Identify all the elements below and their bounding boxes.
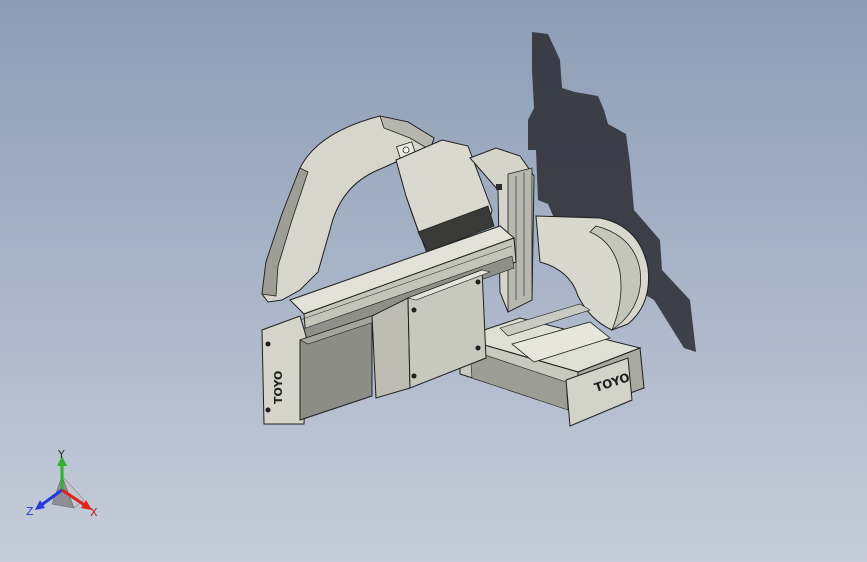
z-axis-label: Z	[26, 505, 34, 518]
coordinate-triad[interactable]: Y X Z	[26, 448, 106, 524]
x-axis-label: X	[90, 506, 98, 519]
y-axis-label: Y	[57, 448, 65, 461]
3d-graphics-viewport[interactable]: TOYO TOYO Y X Z	[0, 0, 867, 562]
cad-model[interactable]: TOYO TOYO	[0, 0, 867, 562]
brand-logo-left: TOYO	[272, 371, 285, 404]
